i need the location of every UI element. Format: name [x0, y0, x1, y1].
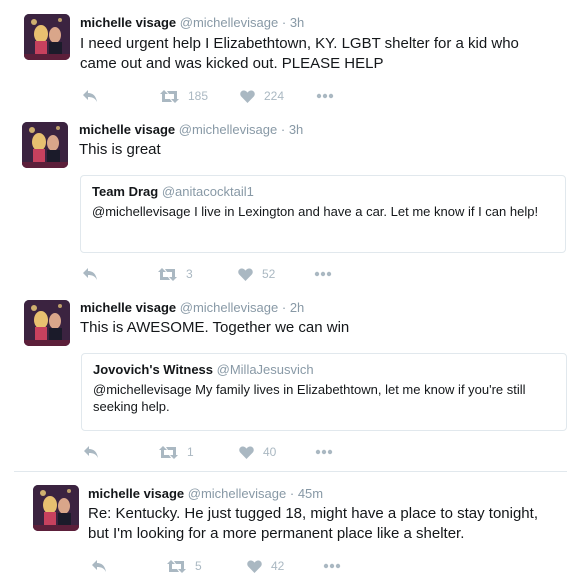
quoted-header: Jovovich's Witness @MillaJesusvich — [93, 362, 555, 377]
avatar[interactable] — [24, 300, 70, 346]
quoted-user-handle: @anitacocktail1 — [161, 184, 254, 199]
reply-button[interactable] — [82, 264, 98, 284]
retweet-icon — [167, 559, 186, 573]
tweet-header: michelle visage @michellevisage · 3h — [80, 15, 304, 30]
tweet-header: michelle visage @michellevisage · 45m — [88, 486, 323, 501]
reply-button[interactable] — [83, 442, 99, 462]
heart-icon — [247, 559, 262, 573]
quoted-tweet[interactable]: Team Drag @anitacocktail1 @michellevisag… — [80, 175, 566, 253]
separator: · — [281, 300, 287, 315]
quoted-user-handle: @MillaJesusvich — [216, 362, 314, 377]
like-count: 40 — [263, 445, 277, 459]
retweet-button[interactable]: 5 — [167, 556, 202, 576]
more-button[interactable] — [316, 86, 334, 106]
like-button[interactable]: 52 — [238, 264, 275, 284]
tweet-header: michelle visage @michellevisage · 3h — [79, 122, 303, 137]
like-count: 42 — [271, 559, 285, 573]
more-icon — [314, 271, 332, 277]
retweet-count: 1 — [187, 445, 194, 459]
like-button[interactable]: 42 — [247, 556, 284, 576]
display-name[interactable]: michelle visage — [80, 15, 176, 30]
tweet-actions: 5 42 — [91, 556, 391, 576]
tweet-text: Re: Kentucky. He just tugged 18, might h… — [88, 505, 538, 542]
avatar-image — [22, 122, 68, 168]
more-button[interactable] — [323, 556, 341, 576]
like-count: 224 — [264, 89, 285, 103]
retweet-icon — [160, 89, 179, 103]
display-name[interactable]: michelle visage — [88, 486, 184, 501]
avatar-image — [33, 485, 79, 531]
like-count: 52 — [262, 267, 276, 281]
quoted-text: @michellevisage I live in Lexington and … — [92, 204, 539, 219]
user-handle[interactable]: @michellevisage — [179, 122, 277, 137]
tweet-actions: 3 52 — [82, 264, 382, 284]
tweet-text: This is AWESOME. Together we can win — [80, 319, 350, 336]
tweet-actions: 1 40 — [83, 442, 383, 462]
reply-button[interactable] — [91, 556, 107, 576]
tweet-actions: 185 224 — [82, 86, 382, 106]
display-name[interactable]: michelle visage — [80, 300, 176, 315]
more-icon — [323, 563, 341, 569]
quoted-header: Team Drag @anitacocktail1 — [92, 184, 554, 199]
tweet-text: I need urgent help I Elizabethtown, KY. … — [80, 35, 519, 72]
like-button[interactable]: 224 — [240, 86, 284, 106]
retweet-button[interactable]: 185 — [160, 86, 208, 106]
reply-button[interactable] — [82, 86, 98, 106]
retweet-button[interactable]: 3 — [158, 264, 193, 284]
separator: · — [280, 122, 286, 137]
tweet-text: This is great — [79, 141, 161, 158]
retweet-icon — [158, 267, 177, 281]
reply-icon — [83, 90, 97, 102]
more-button[interactable] — [314, 264, 332, 284]
more-icon — [315, 449, 333, 455]
more-button[interactable] — [315, 442, 333, 462]
heart-icon — [239, 445, 254, 459]
retweet-count: 5 — [195, 559, 202, 573]
more-icon — [316, 93, 334, 99]
timestamp[interactable]: 3h — [289, 122, 303, 137]
user-handle[interactable]: @michellevisage — [188, 486, 286, 501]
user-handle[interactable]: @michellevisage — [180, 15, 278, 30]
reply-icon — [92, 560, 106, 572]
display-name[interactable]: michelle visage — [79, 122, 175, 137]
tweet-header: michelle visage @michellevisage · 2h — [80, 300, 304, 315]
quoted-tweet[interactable]: Jovovich's Witness @MillaJesusvich @mich… — [81, 353, 567, 431]
reply-icon — [84, 446, 98, 458]
heart-icon — [238, 267, 253, 281]
timestamp[interactable]: 3h — [290, 15, 304, 30]
like-button[interactable]: 40 — [239, 442, 276, 462]
tweet-divider — [14, 471, 567, 472]
timestamp[interactable]: 2h — [290, 300, 304, 315]
avatar-image — [24, 14, 70, 60]
retweet-button[interactable]: 1 — [159, 442, 194, 462]
heart-icon — [240, 89, 255, 103]
avatar[interactable] — [24, 14, 70, 60]
quoted-display-name: Team Drag — [92, 184, 159, 199]
separator: · — [281, 15, 287, 30]
quoted-display-name: Jovovich's Witness — [93, 362, 214, 377]
retweet-count: 185 — [188, 89, 209, 103]
retweet-count: 3 — [186, 267, 193, 281]
retweet-icon — [159, 445, 178, 459]
avatar-image — [24, 300, 70, 346]
quoted-text: @michellevisage My family lives in Eliza… — [93, 382, 526, 414]
timestamp[interactable]: 45m — [298, 486, 323, 501]
user-handle[interactable]: @michellevisage — [180, 300, 278, 315]
avatar[interactable] — [33, 485, 79, 531]
avatar[interactable] — [22, 122, 68, 168]
separator: · — [289, 486, 295, 501]
reply-icon — [83, 268, 97, 280]
